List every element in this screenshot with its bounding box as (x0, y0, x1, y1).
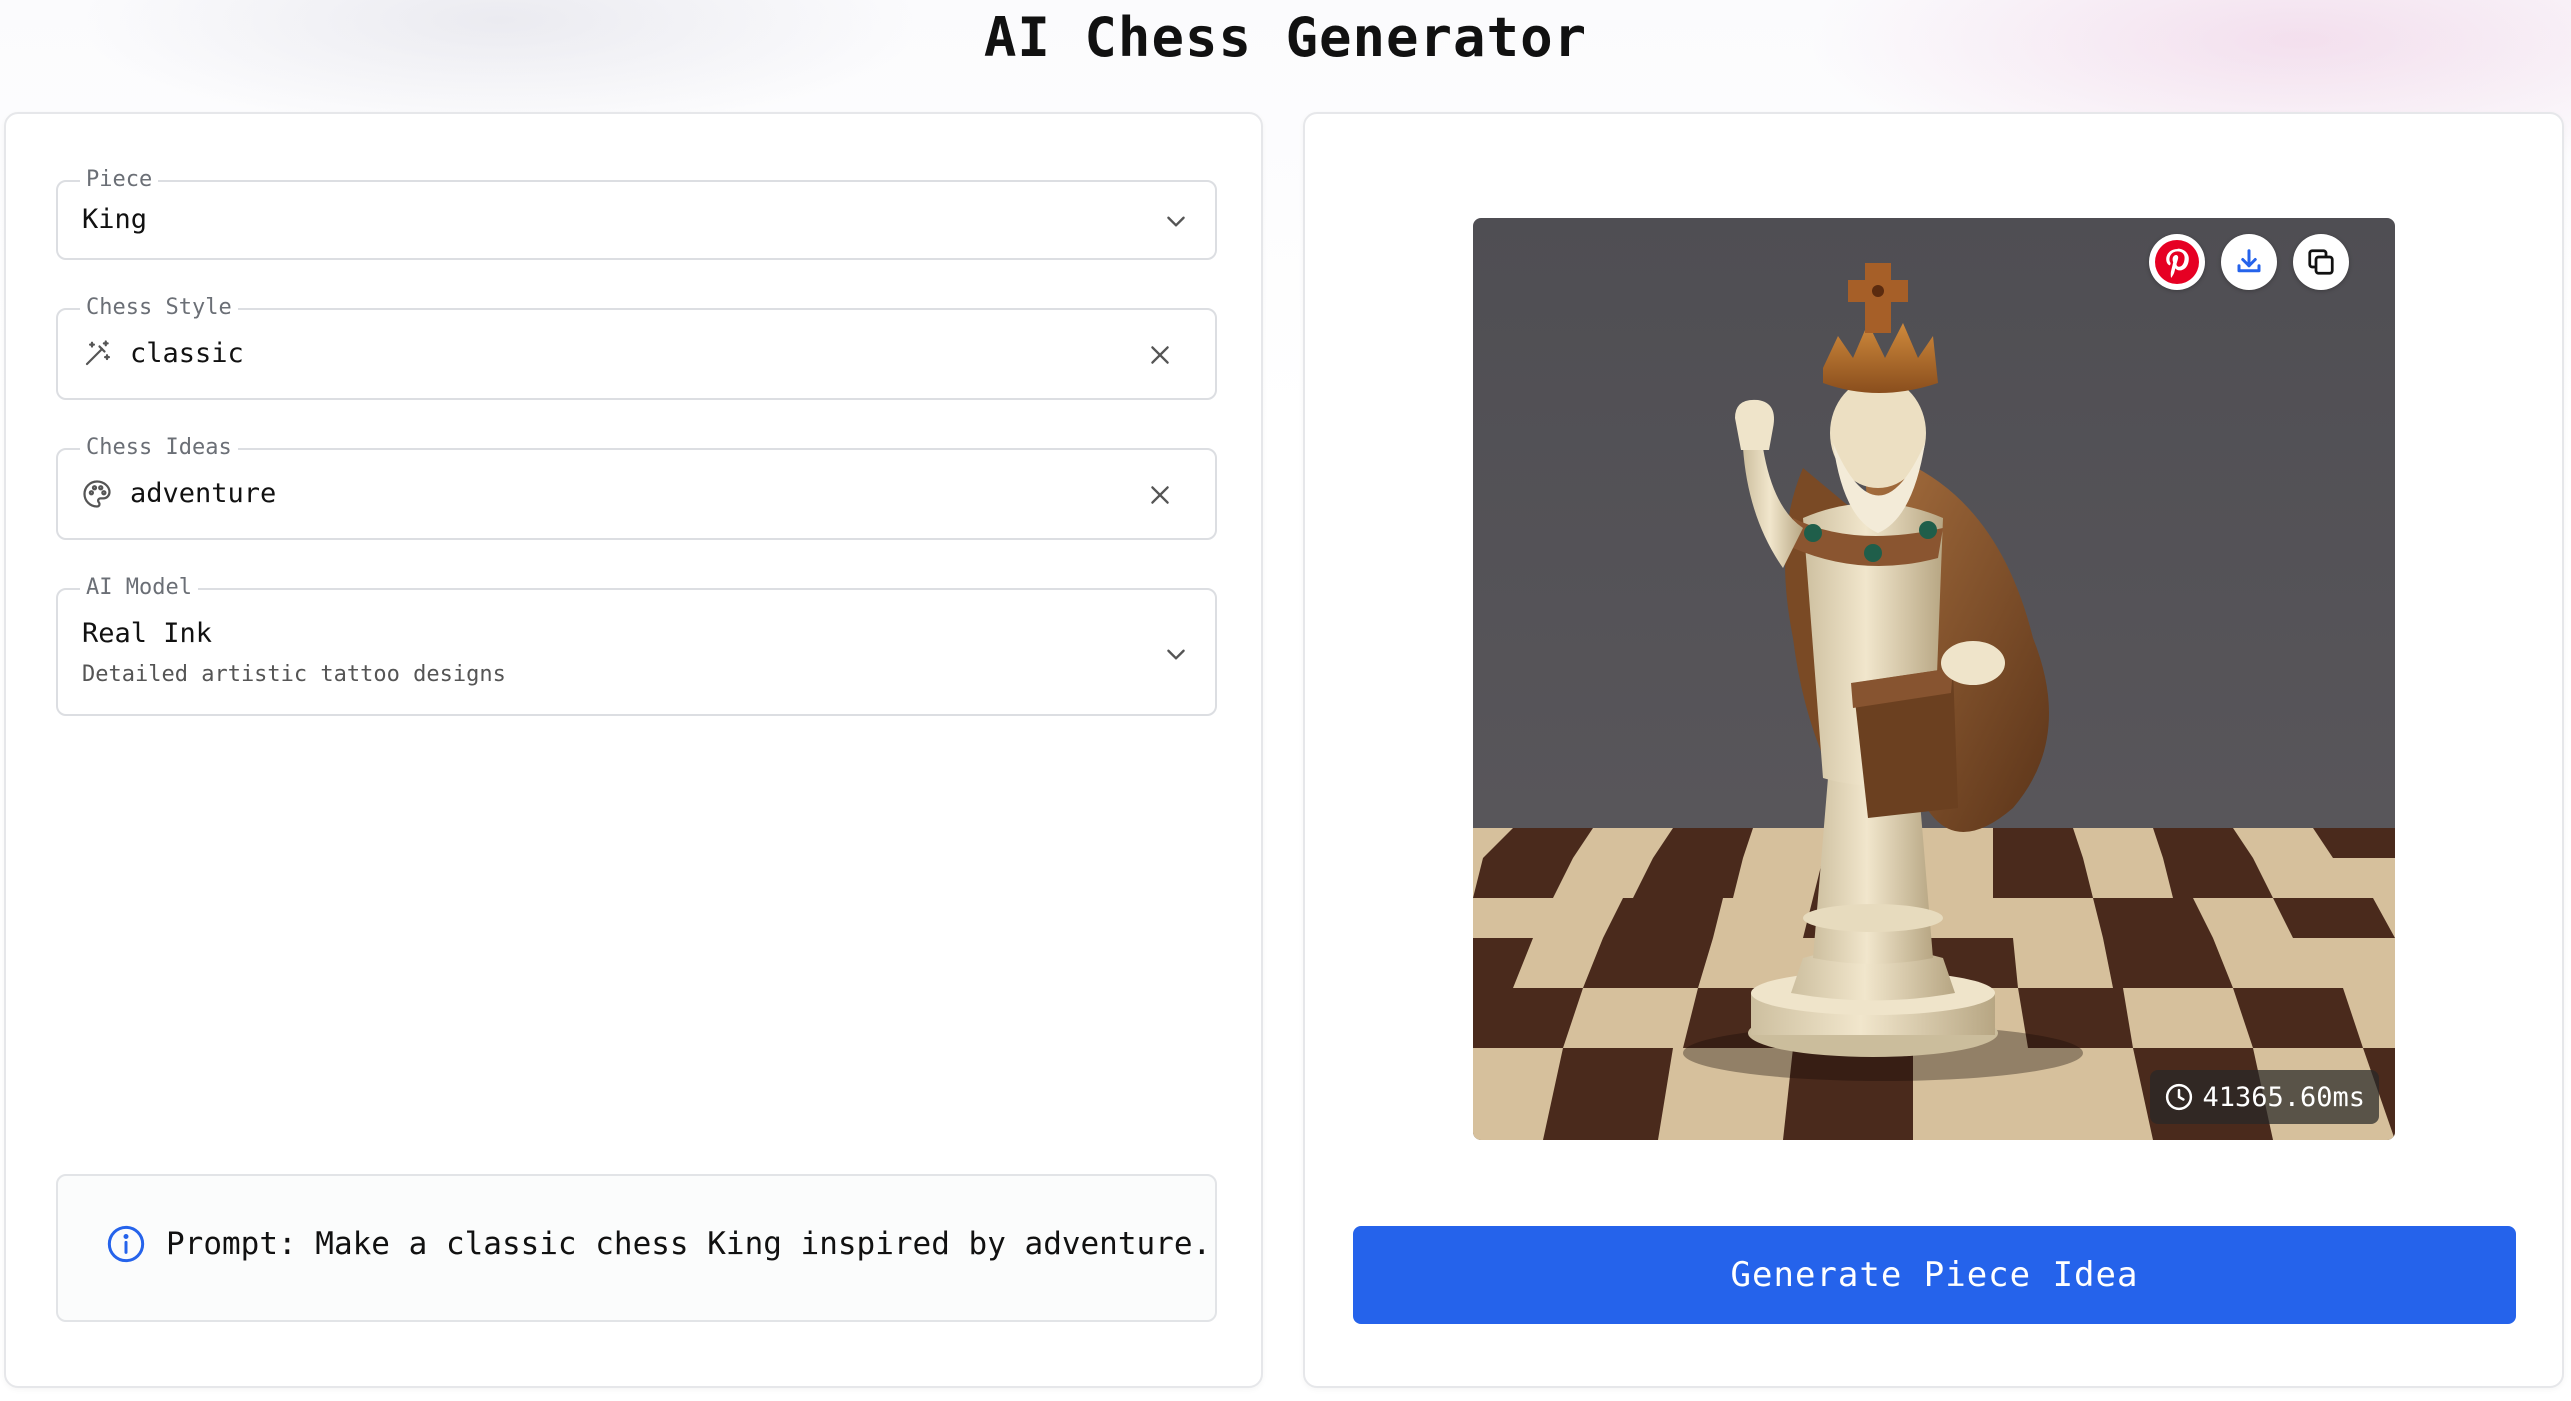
piece-value: King (82, 204, 148, 235)
chess-ideas-value: adventure (130, 478, 277, 509)
preview-panel: 41365.60ms Generate Piece Idea (1303, 112, 2564, 1388)
ai-model-select[interactable]: AI Model Real Ink Detailed artistic tatt… (56, 576, 1217, 716)
info-icon (107, 1225, 145, 1263)
pinterest-icon (2155, 240, 2199, 284)
prompt-info-box: Prompt: Make a classic chess King inspir… (56, 1174, 1217, 1322)
chess-style-value: classic (130, 338, 244, 369)
chess-style-label: Chess Style (80, 296, 238, 320)
piece-select[interactable]: Piece King (56, 168, 1217, 260)
chess-king-image (1473, 218, 2395, 1140)
form-panel: Piece King Chess Style classic Chess Ide… (4, 112, 1263, 1388)
ai-model-description: Detailed artistic tattoo designs (82, 662, 506, 687)
generate-piece-button[interactable]: Generate Piece Idea (1353, 1226, 2516, 1324)
chevron-down-icon (1167, 649, 1185, 660)
close-icon[interactable] (1147, 482, 1173, 508)
download-icon (2237, 249, 2261, 273)
chevron-down-icon (1167, 216, 1185, 227)
ai-model-label: AI Model (80, 576, 198, 600)
piece-label: Piece (80, 168, 159, 192)
download-button[interactable] (2221, 234, 2277, 290)
page-title: AI Chess Generator (983, 6, 1588, 69)
copy-button[interactable] (2293, 234, 2349, 290)
chess-ideas-label: Chess Ideas (80, 436, 238, 460)
generation-time-badge: 41365.60ms (2150, 1070, 2379, 1124)
prompt-text: Prompt: Make a classic chess King inspir… (166, 1226, 1212, 1262)
ai-model-value: Real Ink (82, 618, 213, 649)
chess-ideas-field[interactable]: Chess Ideas adventure (56, 436, 1217, 540)
copy-icon (2308, 249, 2334, 275)
generation-time: 41365.60ms (2202, 1081, 2365, 1113)
chess-style-field[interactable]: Chess Style classic (56, 296, 1217, 400)
magic-wand-icon (85, 340, 110, 366)
pinterest-button[interactable] (2149, 234, 2205, 290)
clock-icon (2166, 1083, 2193, 1111)
palette-icon (83, 480, 111, 508)
close-icon[interactable] (1147, 342, 1173, 368)
generated-image: 41365.60ms (1473, 218, 2395, 1140)
